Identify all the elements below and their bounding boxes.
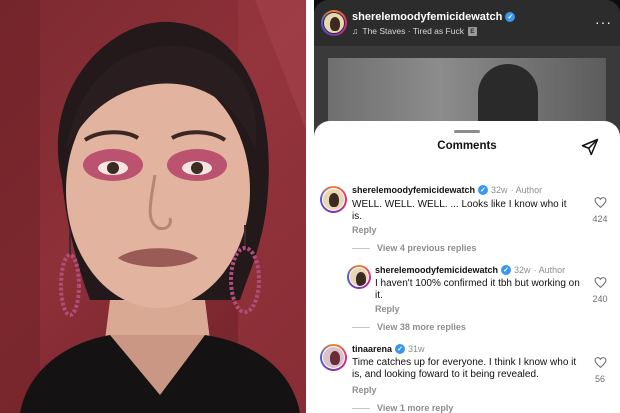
- author-label: · Author: [533, 265, 566, 275]
- reply-button[interactable]: Reply: [352, 385, 377, 395]
- comment-header: sherelemoodyfemicidewatch ✓ 32w · Author: [375, 265, 565, 275]
- reel-author-avatar[interactable]: [321, 10, 347, 36]
- reel-header: sherelemoodyfemicidewatch ✓ ♫ The Staves…: [314, 0, 620, 46]
- more-options-icon[interactable]: ···: [595, 14, 612, 30]
- author-label: · Author: [510, 185, 543, 195]
- reel-author-username[interactable]: sherelemoodyfemicidewatch ✓: [352, 11, 516, 23]
- like-heart-icon[interactable]: [594, 276, 607, 289]
- comment-text: WELL. WELL. WELL. ... Looks like I know …: [352, 199, 567, 222]
- comment-text: I haven't 100% confirmed it tbh but work…: [375, 278, 580, 301]
- comment-time: 32w: [491, 185, 508, 195]
- like-count: 240: [592, 294, 608, 304]
- comment-username[interactable]: tinaarena: [352, 344, 392, 354]
- comment-username[interactable]: sherelemoodyfemicidewatch: [352, 185, 475, 195]
- comment-header: tinaarena ✓ 31w: [352, 344, 425, 354]
- view-replies-label[interactable]: View 38 more replies: [377, 322, 466, 332]
- video-thumbnail: [328, 58, 606, 134]
- like-heart-icon[interactable]: [594, 196, 607, 209]
- comments-sheet: Comments sherelemoodyfemicidewatch ✓ 32w…: [314, 121, 620, 413]
- comment-avatar[interactable]: [347, 265, 371, 289]
- thread-line: [352, 247, 370, 249]
- portrait-photo: [0, 0, 306, 413]
- comments-title: Comments: [437, 140, 497, 152]
- comment-avatar[interactable]: [320, 186, 347, 213]
- portrait-illustration: [0, 0, 306, 413]
- comment-text: Time catches up for everyone. I think I …: [352, 357, 577, 380]
- verified-icon: ✓: [478, 185, 489, 195]
- comment-avatar[interactable]: [320, 344, 347, 371]
- thread-line: [352, 407, 370, 409]
- verified-icon: ✓: [505, 12, 516, 22]
- explicit-icon: E: [467, 26, 477, 36]
- panel-divider: [306, 0, 314, 413]
- sheet-drag-handle[interactable]: [454, 130, 480, 133]
- music-note-icon: ♫: [352, 26, 359, 36]
- like-heart-icon[interactable]: [594, 356, 607, 369]
- verified-icon: ✓: [501, 265, 512, 275]
- view-replies-button[interactable]: View 38 more replies: [352, 322, 466, 332]
- reel-audio-track[interactable]: ♫ The Staves · Tired as Fuck E: [352, 26, 477, 36]
- view-replies-label[interactable]: View 1 more reply: [377, 403, 453, 413]
- instagram-reel-screen: sherelemoodyfemicidewatch ✓ ♫ The Staves…: [314, 0, 620, 413]
- comment-username[interactable]: sherelemoodyfemicidewatch: [375, 265, 498, 275]
- reply-button[interactable]: Reply: [375, 304, 400, 314]
- reply-button[interactable]: Reply: [352, 225, 377, 235]
- comment-header: sherelemoodyfemicidewatch ✓ 32w · Author: [352, 185, 542, 195]
- view-replies-button[interactable]: View 1 more reply: [352, 403, 453, 413]
- reel-audio-label: The Staves · Tired as Fuck: [362, 26, 464, 36]
- like-count: 424: [592, 214, 608, 224]
- reel-author-name[interactable]: sherelemoodyfemicidewatch: [352, 11, 502, 23]
- comment-time: 32w: [514, 265, 531, 275]
- share-send-icon[interactable]: [580, 137, 600, 157]
- like-count: 56: [594, 374, 605, 384]
- view-replies-button[interactable]: View 4 previous replies: [352, 243, 476, 253]
- view-replies-label[interactable]: View 4 previous replies: [377, 243, 476, 253]
- comment-time: 31w: [408, 344, 425, 354]
- verified-icon: ✓: [395, 344, 406, 354]
- thread-line: [352, 326, 370, 328]
